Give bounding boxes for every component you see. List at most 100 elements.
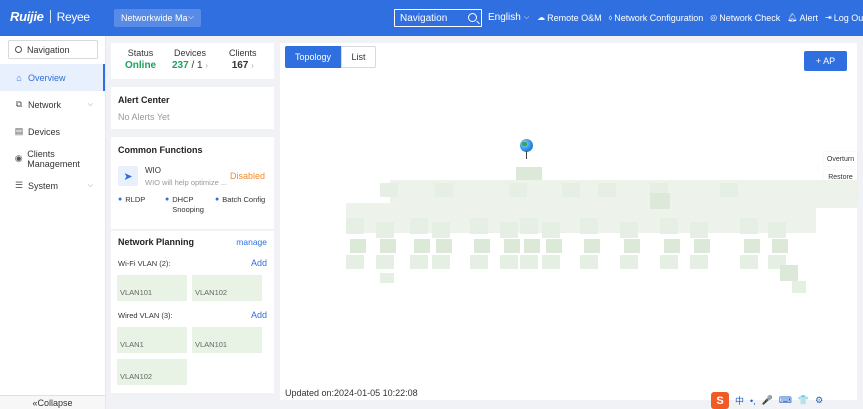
topology-node [768,222,786,238]
topology-node [690,222,708,238]
topology-node [580,218,598,234]
remote-om-label: Remote O&M [547,12,602,23]
remote-om-link[interactable]: ☁ Remote O&M [537,13,602,23]
paper-plane-icon: ➤ [118,166,138,186]
status-stat: Status Online [125,48,156,71]
topology-node [432,222,450,238]
network-select[interactable]: Networkwide Ma ⌵ [114,9,201,27]
tab-topology[interactable]: Topology [285,46,341,68]
status-label: Status [127,48,154,58]
microphone-icon[interactable]: 🎤 [762,395,773,406]
tab-list[interactable]: List [341,46,376,68]
topology-node [660,255,678,269]
network-select-value: Networkwide Ma [121,13,188,23]
network-planning-title: Network Planning [118,237,195,247]
search-icon [15,46,22,53]
topology-node [546,239,562,253]
internet-globe-icon[interactable] [520,139,533,159]
wio-status-toggle[interactable]: Disabled [230,171,265,181]
top-search-input[interactable]: Navigation [394,9,482,27]
top-bar: Ruijie Reyee Networkwide Ma ⌵ Navigation… [0,0,863,36]
sidebar-item-clients[interactable]: ◉ Clients Management [0,145,105,172]
topology-node [690,255,708,269]
logout-icon: ⇥ [824,13,832,22]
network-config-link[interactable]: ⬨ Network Configuration [609,13,704,23]
wired-vlan-card[interactable]: VLAN1 [117,327,187,353]
wifi-vlan-card[interactable]: VLAN101 [117,275,187,301]
wired-vlan-add-button[interactable]: Add [251,310,267,320]
sidebar-search-input[interactable]: Navigation [8,40,98,59]
topology-link [346,203,816,233]
topology-node [580,255,598,269]
feature-dhcp-snooping[interactable]: ● DHCP Snooping [165,195,211,215]
topology-node [376,255,394,269]
settings-icon[interactable]: ⚙ [815,395,823,406]
search-icon[interactable] [468,13,477,22]
wifi-vlan-card[interactable]: VLAN102 [192,275,262,301]
topology-node [620,222,638,238]
topology-node [792,281,806,293]
tray-icon-punctuation[interactable]: •, [750,396,756,406]
topology-node [772,239,788,253]
topology-node [500,255,518,269]
wired-vlan-label: Wired VLAN (3): [118,311,173,320]
wired-vlan-card[interactable]: VLAN101 [192,327,262,353]
topology-node [524,239,540,253]
topology-node [620,255,638,269]
refresh-button[interactable]: Refresh [824,188,857,202]
manage-link[interactable]: manage [236,237,267,247]
topology-node [474,239,490,253]
alert-center-title: Alert Center [118,95,170,105]
topology-node [542,255,560,269]
user-icon: ◉ [14,153,23,163]
keyboard-icon[interactable]: ⌨ [779,395,792,406]
network-check-label: Network Check [719,12,781,23]
sidebar-item-overview[interactable]: ⌂ Overview [0,64,105,91]
network-check-link[interactable]: ◎ Network Check [710,13,780,23]
pin-icon: ● [215,196,220,203]
clients-stat[interactable]: Clients 167 › [229,48,257,71]
topology-node [500,222,518,238]
tray-icon-chinese[interactable]: 中 [735,394,744,407]
ime-icon[interactable]: S [711,392,729,409]
network-config-label: Network Configuration [614,12,704,23]
sidebar-item-network[interactable]: ⧉ Network ⌵ [0,91,105,118]
cloud-icon: ☁ [537,13,546,22]
devices-stat[interactable]: Devices 237 / 1 › [172,48,208,71]
sidebar-item-system[interactable]: ☰ System ⌵ [0,172,105,199]
system-tray: S 中 •, 🎤 ⌨ 👕 ⚙ [711,392,863,409]
clients-value: 167 › [229,60,257,71]
feature-label: RLDP [125,195,146,204]
wifi-vlan-add-button[interactable]: Add [251,258,267,268]
wio-name: WIO [145,166,161,175]
alert-center-message: No Alerts Yet [118,112,170,122]
logo-divider [49,10,51,23]
feature-batch-config[interactable]: ● Batch Config [215,195,265,204]
topology-node [562,183,580,197]
pin-icon: ● [118,196,123,203]
language-select[interactable]: English ⌵ [488,12,529,23]
topology-node [435,183,453,197]
chevron-right-icon: › [251,61,254,70]
config-icon: ⬨ [608,12,613,22]
status-value: Online [125,60,157,71]
overturn-button[interactable]: Overturn [824,152,857,166]
alert-link[interactable]: 🔔︎ Alert [787,13,818,23]
restore-button[interactable]: Restore [824,170,857,184]
settings-icon: ☰ [14,180,24,190]
topology-node [664,239,680,253]
topology-node [509,183,527,197]
wired-vlan-card[interactable]: VLAN102 [117,359,187,385]
skin-icon[interactable]: 👕 [798,395,809,406]
sidebar-item-devices[interactable]: ▤ Devices [0,118,105,145]
feature-rldp[interactable]: ● RLDP [118,195,145,204]
stats-panel: Status Online Devices 237 / 1 › Clients … [111,43,274,79]
topology-node [470,218,488,234]
logout-link[interactable]: ⇥ Log Out [825,13,863,23]
topology-node [520,218,538,234]
logout-label: Log Out [833,12,863,23]
check-icon: ◎ [710,13,718,22]
collapse-button[interactable]: « Collapse [0,395,105,409]
add-ap-button[interactable]: + AP [804,51,847,71]
wio-description: WIO will help optimize ... [145,178,228,187]
